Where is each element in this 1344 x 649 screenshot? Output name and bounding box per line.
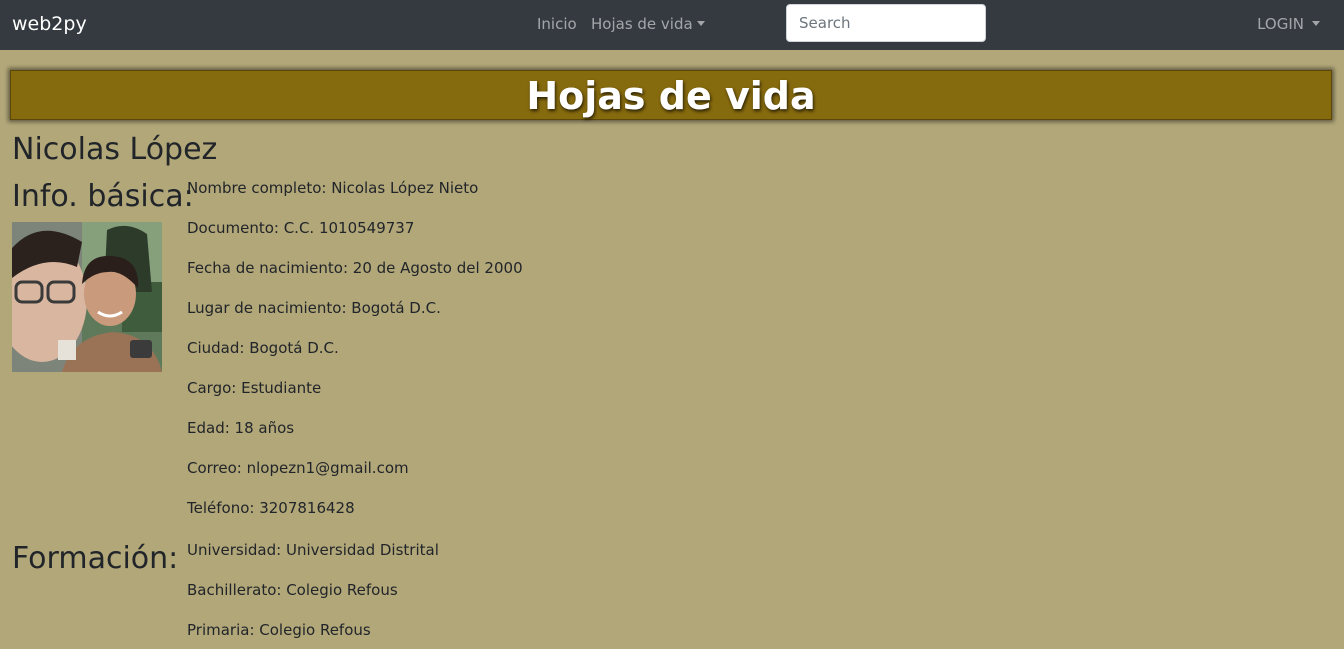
field-bachillerato: Bachillerato: Colegio Refous <box>187 581 398 599</box>
page-title: Hojas de vida <box>526 74 816 118</box>
field-primaria: Primaria: Colegio Refous <box>187 621 371 639</box>
field-fecha-nacimiento: Fecha de nacimiento: 20 de Agosto del 20… <box>187 259 523 277</box>
basic-info-title: Info. básica: <box>12 179 194 214</box>
caret-down-icon <box>696 21 705 26</box>
field-telefono: Teléfono: 3207816428 <box>187 499 355 517</box>
field-documento: Documento: C.C. 1010549737 <box>187 219 415 237</box>
login-label: LOGIN <box>1257 15 1304 33</box>
field-correo: Correo: nlopezn1@gmail.com <box>187 459 409 477</box>
formacion-title: Formación: <box>12 541 179 576</box>
login-dropdown[interactable]: LOGIN <box>1257 14 1320 34</box>
page-banner: Hojas de vida <box>10 70 1332 120</box>
nav-inicio-link[interactable]: Inicio <box>537 14 577 34</box>
person-name: Nicolas López <box>12 132 218 167</box>
field-edad: Edad: 18 años <box>187 419 295 437</box>
field-ciudad: Ciudad: Bogotá D.C. <box>187 339 339 357</box>
field-universidad: Universidad: Universidad Distrital <box>187 541 439 559</box>
field-lugar-nacimiento: Lugar de nacimiento: Bogotá D.C. <box>187 299 441 317</box>
field-cargo: Cargo: Estudiante <box>187 379 322 397</box>
brand-link[interactable]: web2py <box>12 12 87 36</box>
profile-photo-icon <box>12 222 162 372</box>
nav-hojas-de-vida-label: Hojas de vida <box>591 15 693 33</box>
search-input[interactable] <box>786 4 986 42</box>
caret-down-icon <box>1312 21 1320 26</box>
top-navbar: web2py Inicio Hojas de vida LOGIN <box>0 0 1344 50</box>
nav-hojas-de-vida-dropdown[interactable]: Hojas de vida <box>591 14 705 34</box>
field-nombre-completo: Nombre completo: Nicolas López Nieto <box>187 179 479 197</box>
